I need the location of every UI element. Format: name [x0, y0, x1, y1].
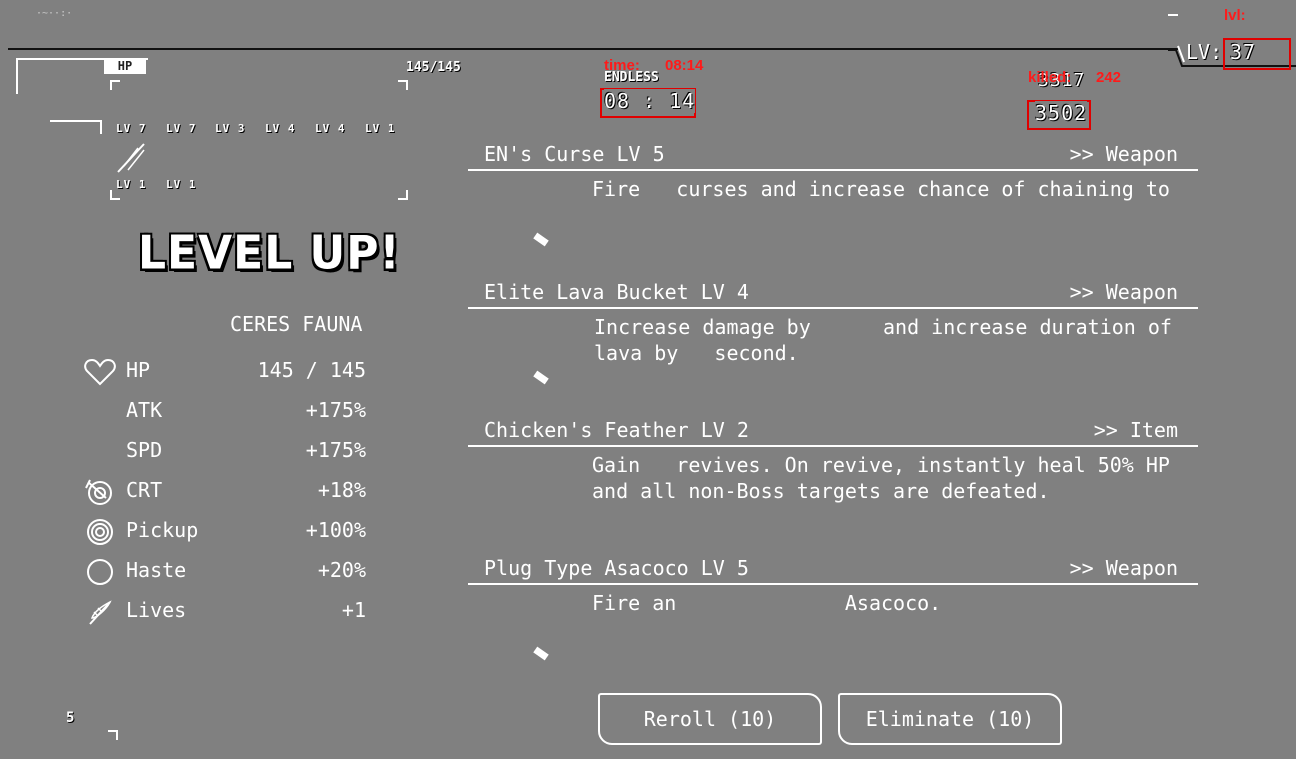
debug-lvl-label: lvl:	[1224, 7, 1246, 24]
slot-level-5: LV 4	[315, 122, 346, 135]
card-title: Elite Lava Bucket LV 4	[484, 280, 749, 304]
heart-icon	[84, 358, 116, 386]
upgrade-card-lava-bucket[interactable]: Elite Lava Bucket LV 4 >> Weapon Increas…	[468, 280, 1198, 408]
slot-divider	[50, 120, 102, 122]
stat-value: +175%	[305, 438, 366, 462]
level-up-title: LEVEL UP!	[138, 226, 401, 281]
character-name: CERES FAUNA	[230, 312, 363, 336]
top-right-dash	[1168, 14, 1178, 16]
stat-value: 145 / 145	[257, 358, 366, 382]
card-type: >> Weapon	[1069, 280, 1178, 304]
panel-corner	[108, 730, 118, 740]
stat-name: ATK	[126, 398, 163, 422]
card-icon-placeholder	[533, 646, 549, 661]
slot-level-4: LV 4	[265, 122, 296, 135]
card-title: EN's Curse LV 5	[484, 142, 665, 166]
stat-row-crt: CRT +18%	[84, 476, 374, 508]
stat-name: SPD	[126, 438, 163, 462]
card-divider	[468, 445, 1198, 447]
bottom-counter: 5	[66, 710, 75, 726]
mode-label: ENDLESS	[604, 70, 659, 85]
level-value: 37	[1230, 40, 1257, 64]
panel-corner	[110, 80, 120, 90]
feather-icon	[89, 600, 112, 625]
slot-level-1: LV 7	[116, 122, 147, 135]
card-divider	[468, 169, 1198, 171]
stat-value: +18%	[317, 478, 366, 502]
stat-name: Pickup	[126, 518, 199, 542]
hp-label: HP	[104, 59, 146, 74]
stat-row-pickup: Pickup +100%	[84, 516, 374, 548]
slot-divider-tick	[100, 120, 102, 134]
upgrade-card-chickens-feather[interactable]: Chicken's Feather LV 2 >> Item Gain revi…	[468, 418, 1198, 546]
stat-value: +175%	[305, 398, 366, 422]
slot-level-2: LV 7	[166, 122, 197, 135]
stat-name: Haste	[126, 558, 187, 582]
card-icon-placeholder	[533, 232, 549, 247]
stat-row-hp: HP 145 / 145	[84, 356, 374, 388]
card-type: >> Weapon	[1069, 556, 1178, 580]
magnet-ring-icon	[87, 519, 113, 545]
timer: 08 : 14	[604, 89, 696, 113]
card-type: >> Item	[1093, 418, 1178, 442]
card-type: >> Weapon	[1069, 142, 1178, 166]
item-level-2: LV 1	[166, 178, 197, 191]
stat-name: CRT	[126, 478, 163, 502]
stat-value: +1	[341, 598, 366, 622]
reroll-button[interactable]: Reroll (10)	[598, 693, 822, 745]
panel-corner	[398, 190, 408, 200]
upgrade-card-ens-curse[interactable]: EN's Curse LV 5 >> Weapon Fire curses an…	[468, 142, 1198, 270]
hud-top-bar	[8, 48, 1178, 50]
panel-corner	[398, 80, 408, 90]
card-title: Plug Type Asacoco LV 5	[484, 556, 749, 580]
stat-row-atk: ATK +175%	[84, 396, 374, 428]
score: 3502	[1035, 101, 1088, 125]
card-title: Chicken's Feather LV 2	[484, 418, 749, 442]
card-description: Increase damage by and increase duration…	[594, 315, 1172, 365]
stat-value: +20%	[317, 558, 366, 582]
stat-row-spd: SPD +175%	[84, 436, 374, 468]
card-description: Fire curses and increase chance of chain…	[592, 177, 1170, 201]
card-icon-placeholder	[533, 370, 549, 385]
upgrade-card-asacoco[interactable]: Plug Type Asacoco LV 5 >> Weapon Fire an…	[468, 556, 1198, 684]
target-icon	[85, 479, 112, 505]
card-description: Fire an Asacoco.	[592, 591, 942, 615]
stat-value: +100%	[305, 518, 366, 542]
hp-value: 145/145	[406, 60, 461, 75]
feather-item-icon	[117, 143, 145, 173]
slot-level-3: LV 3	[215, 122, 246, 135]
circle-icon	[87, 559, 113, 585]
stat-name: HP	[126, 358, 151, 382]
card-divider	[468, 583, 1198, 585]
card-divider	[468, 307, 1198, 309]
debug-time-value: 08:14	[665, 57, 704, 74]
card-description: Gain revives. On revive, instantly heal …	[592, 453, 1170, 503]
stat-name: Lives	[126, 598, 187, 622]
debug-killed-value: 242	[1096, 69, 1122, 86]
eliminate-button[interactable]: Eliminate (10)	[838, 693, 1062, 745]
top-left-label: ·~··:·	[36, 8, 73, 19]
stat-row-lives: Lives +1	[84, 596, 374, 628]
debug-killed-label: killed:	[1028, 69, 1072, 86]
panel-corner	[110, 190, 120, 200]
stat-row-haste: Haste +20%	[84, 556, 374, 588]
item-level-1: LV 1	[116, 178, 147, 191]
slot-level-6: LV 1	[365, 122, 396, 135]
level-prefix: LV:	[1186, 40, 1223, 64]
